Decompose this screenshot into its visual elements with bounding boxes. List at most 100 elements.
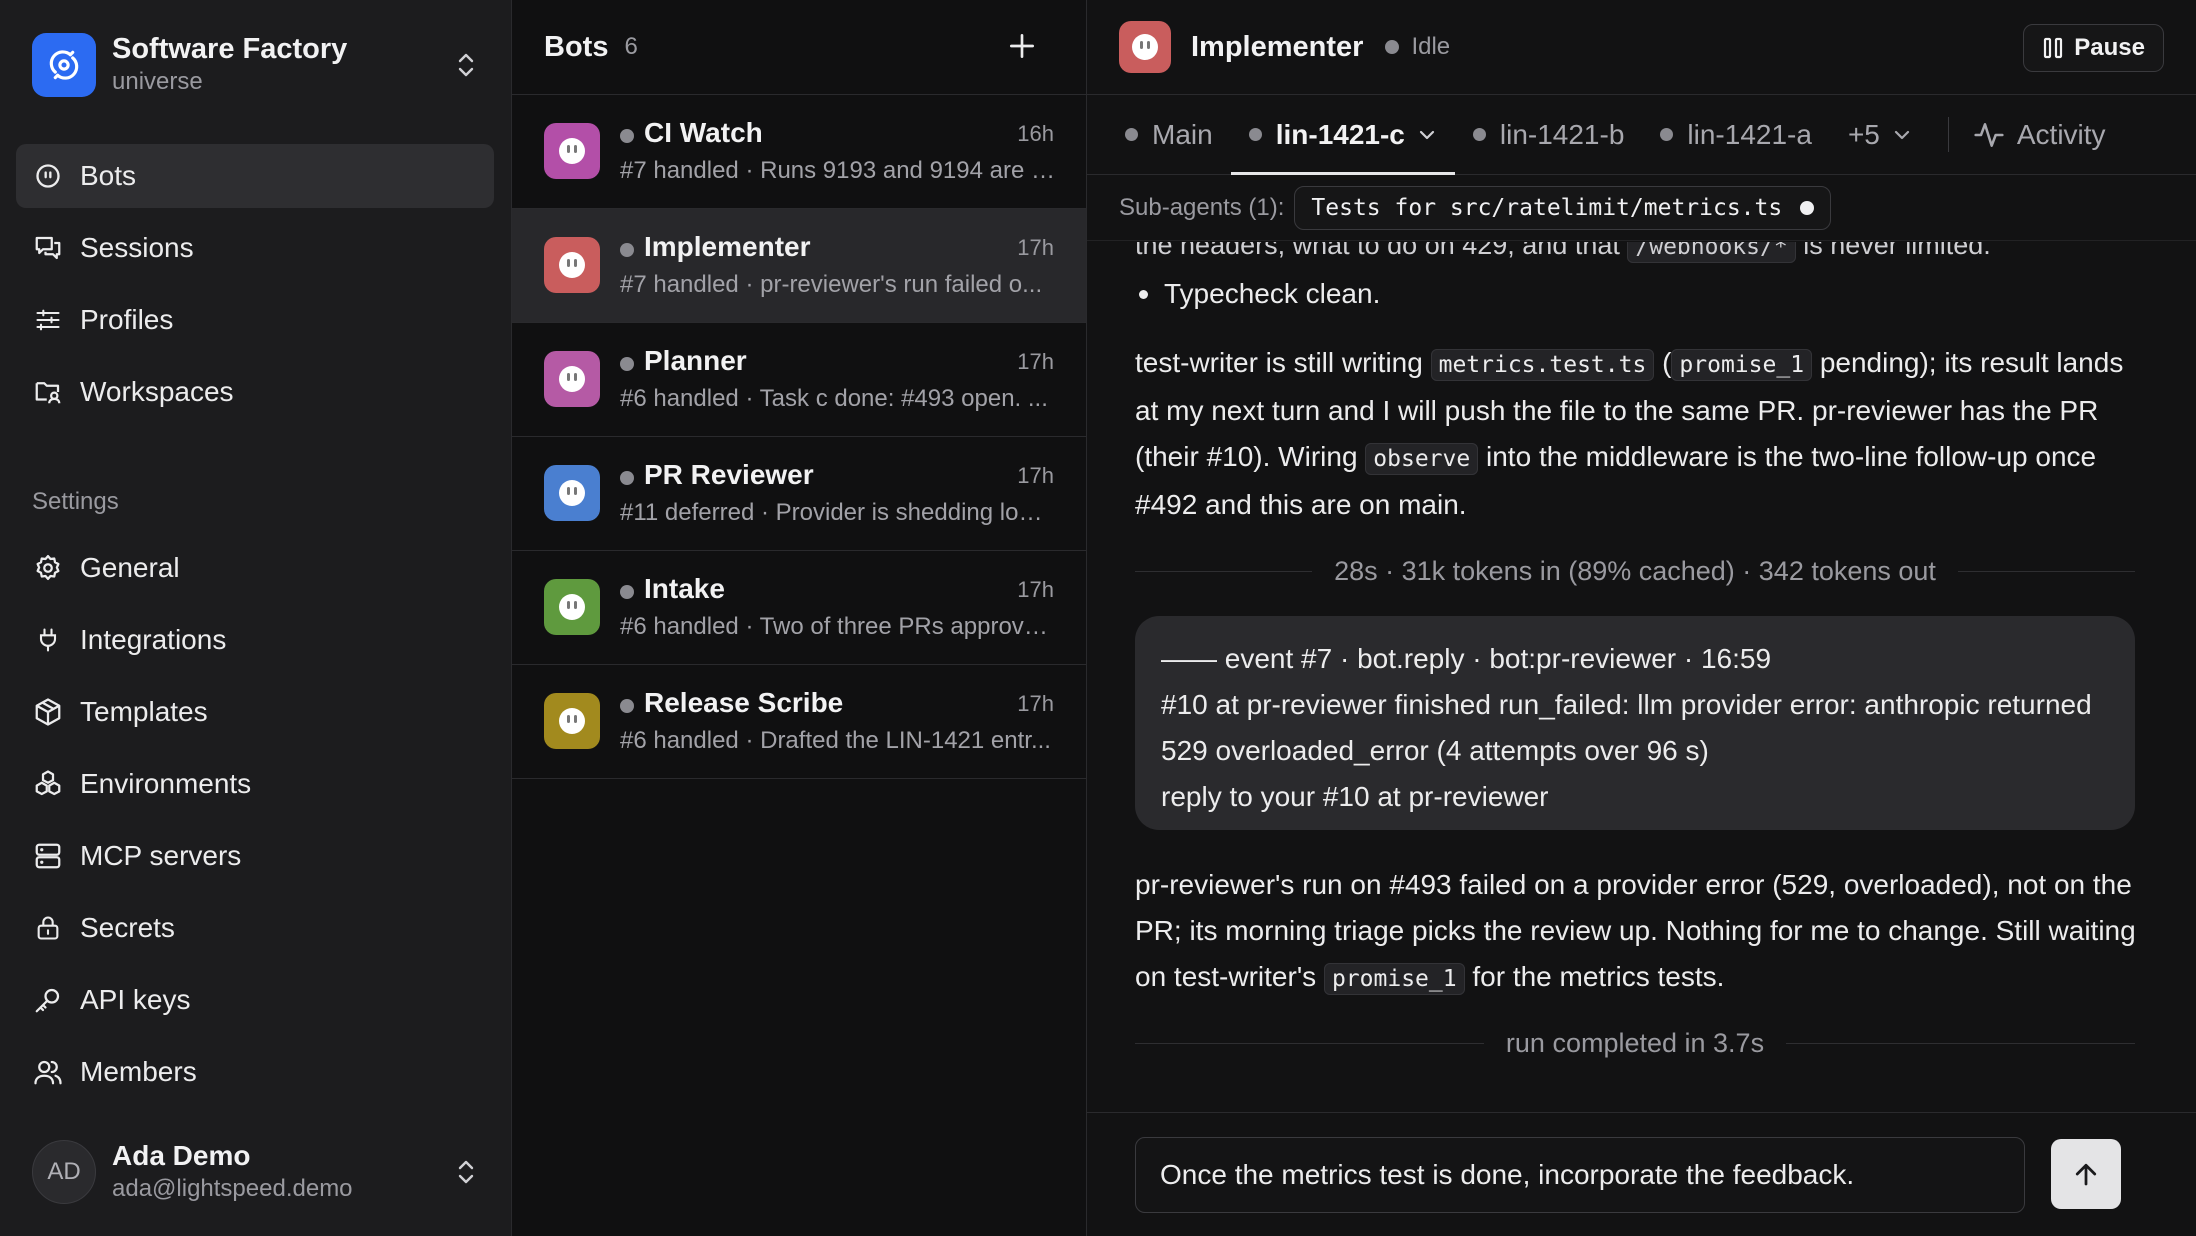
transcript: the headers, what to do on 429, and that… <box>1087 242 2196 1112</box>
status-badge: Idle <box>1411 33 1451 60</box>
bot-summary: #11 deferred · Provider is shedding load… <box>620 499 1055 526</box>
status-dot <box>620 585 634 599</box>
status-dot <box>620 129 634 143</box>
chevron-up-down-icon <box>452 1154 480 1190</box>
nav-item-members[interactable]: Members <box>16 1040 494 1104</box>
bot-time: 17h <box>1017 577 1054 602</box>
sidebar: Software Factory universe Bots Sessions … <box>0 0 512 1236</box>
tab-main[interactable]: Main <box>1107 95 1231 174</box>
settings-nav: General Integrations Templates Environme… <box>16 536 494 1112</box>
nav-label: Integrations <box>80 624 227 655</box>
bot-name: Release Scribe <box>644 687 844 718</box>
nav-item-api-keys[interactable]: API keys <box>16 968 494 1032</box>
user-menu[interactable]: AD Ada Demo ada@lightspeed.demo <box>32 1140 480 1204</box>
key-icon <box>32 984 64 1016</box>
tab-dot <box>1248 128 1262 141</box>
transcript-paragraph: pr-reviewer's run on #493 failed on a pr… <box>1135 862 2145 1002</box>
nav-item-templates[interactable]: Templates <box>16 680 494 744</box>
sliders-icon <box>32 304 64 336</box>
bot-avatar-icon <box>544 237 600 293</box>
nav-item-integrations[interactable]: Integrations <box>16 608 494 672</box>
org-logo-icon <box>32 33 96 97</box>
status-dot <box>620 699 634 713</box>
transcript-text: the headers, what to do on 429, and that… <box>1135 242 1991 263</box>
nav-item-secrets[interactable]: Secrets <box>16 896 494 960</box>
bot-avatar-icon <box>544 579 600 635</box>
more-tabs-button[interactable]: +5 <box>1830 95 1930 174</box>
bot-avatar-icon <box>1119 21 1171 73</box>
nav-item-environments[interactable]: Environments <box>16 752 494 816</box>
bot-time: 16h <box>1017 121 1054 146</box>
pause-button[interactable]: Pause <box>2023 24 2164 72</box>
tab-divider <box>1947 117 1949 152</box>
nav-item-sessions[interactable]: Sessions <box>16 216 494 280</box>
pause-icon <box>2044 37 2063 59</box>
tab-lin-1421-c[interactable]: lin-1421-c <box>1230 95 1456 175</box>
bot-icon <box>32 160 64 192</box>
folder-user-icon <box>32 376 64 408</box>
bots-count: 6 <box>624 33 638 60</box>
message-input[interactable]: Once the metrics test is done, incorpora… <box>1135 1137 2025 1213</box>
users-icon <box>32 1056 64 1088</box>
subagents-label: Sub-agents (1): <box>1119 193 1285 221</box>
bot-list-item[interactable]: CI Watch 16h #7 handled · Runs 9193 and 91… <box>512 95 1086 209</box>
bot-summary: #6 handled · Drafted the LIN-1421 entr..… <box>620 727 1051 754</box>
nav-item-profiles[interactable]: Profiles <box>16 288 494 352</box>
bot-name: CI Watch <box>644 117 763 148</box>
tab-label: Main <box>1152 118 1213 150</box>
plug-icon <box>32 624 64 656</box>
package-icon <box>32 696 64 728</box>
subagent-chip[interactable]: Tests for src/ratelimit/metrics.ts <box>1294 185 1832 230</box>
pause-label: Pause <box>2074 34 2145 61</box>
bot-avatar-icon <box>544 351 600 407</box>
composer: Once the metrics test is done, incorpora… <box>1087 1112 2196 1236</box>
chevron-down-icon <box>1894 130 1909 139</box>
nav-label: Environments <box>80 768 252 799</box>
tab-label: lin-1421-b <box>1499 118 1625 150</box>
bot-list: CI Watch 16h #7 handled · Runs 9193 and 91… <box>512 95 1086 779</box>
status-dot <box>620 357 634 371</box>
chevron-up-down-icon <box>452 47 480 83</box>
gear-icon <box>32 552 64 584</box>
activity-label: Activity <box>2016 118 2106 150</box>
nav-label: Bots <box>80 160 137 191</box>
run-completed: run completed in 3.7s <box>1505 1028 1765 1058</box>
bot-detail-header: Implementer Idle Pause <box>1087 0 2196 95</box>
bot-time: 17h <box>1017 349 1054 374</box>
bot-list-item[interactable]: PR Reviewer 17h #11 deferred · Provider is… <box>512 437 1086 551</box>
nav-label: Secrets <box>80 912 175 943</box>
tab-lin-1421-b[interactable]: lin-1421-b <box>1455 95 1643 174</box>
nav-item-mcp-servers[interactable]: MCP servers <box>16 824 494 888</box>
nav-item-workspaces[interactable]: Workspaces <box>16 360 494 424</box>
bot-list-item[interactable]: Intake 17h #6 handled · Two of three PRs a… <box>512 551 1086 665</box>
primary-nav: Bots Sessions Profiles Workspaces <box>16 144 494 432</box>
event-reply: reply to your #10 at pr-reviewer <box>1161 781 1549 812</box>
bot-summary: #6 handled · Task c done: #493 open. ... <box>620 385 1048 412</box>
bot-list-item[interactable]: Implementer 17h #7 handled · pr-reviewer's… <box>512 209 1086 323</box>
add-bot-button[interactable] <box>1006 30 1038 62</box>
bot-title: Implementer <box>1191 30 1364 63</box>
tab-lin-1421-a[interactable]: lin-1421-a <box>1642 95 1830 174</box>
tab-dot <box>1472 128 1486 141</box>
status-dot <box>620 471 634 485</box>
bot-list-item[interactable]: Release Scribe 17h #6 handled · Drafted th… <box>512 665 1086 779</box>
inline-code: promise_1 <box>1323 963 1465 995</box>
plus-icon <box>1010 34 1034 58</box>
bot-list-item[interactable]: Planner 17h #6 handled · Task c done: #493… <box>512 323 1086 437</box>
activity-tab[interactable]: Activity <box>1967 95 2106 174</box>
nav-item-bots[interactable]: Bots <box>16 144 494 208</box>
tab-dot <box>1660 128 1674 141</box>
chevron-down-icon <box>1419 130 1434 139</box>
nav-label: Profiles <box>80 304 174 335</box>
bot-name: PR Reviewer <box>644 459 814 490</box>
org-switcher[interactable]: Software Factory universe <box>32 32 480 98</box>
nav-label: General <box>80 552 180 583</box>
bot-summary: #7 handled · Runs 9193 and 9194 are t... <box>620 157 1055 184</box>
bots-panel: Bots 6 CI Watch 16h #7 handled · Runs 9193… <box>512 0 1087 1236</box>
inline-code: promise_1 <box>1671 349 1813 381</box>
tab-label: lin-1421-a <box>1687 118 1812 150</box>
send-button[interactable] <box>2051 1139 2121 1209</box>
subagent-chip-label: Tests for src/ratelimit/metrics.ts <box>1311 194 1783 221</box>
nav-item-general[interactable]: General <box>16 536 494 600</box>
running-dot <box>1800 200 1815 215</box>
